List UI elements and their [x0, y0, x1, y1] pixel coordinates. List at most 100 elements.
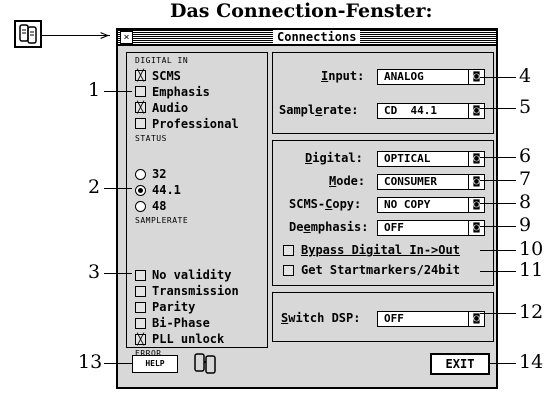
dsp-panel: Switch DSP: OFF ◙ [272, 292, 494, 342]
callout-6: 6 [519, 145, 532, 167]
exit-button-label: EXIT [445, 357, 475, 371]
checkbox-scms[interactable]: ╳ [135, 70, 146, 81]
label-44-1: 44.1 [152, 183, 181, 197]
digital-label: Digital: [305, 151, 363, 165]
checkbox-bypass[interactable] [283, 245, 294, 256]
connection-app-icon[interactable] [14, 20, 42, 48]
label-pll-unlock: PLL unlock [152, 332, 225, 346]
callout-12-line [480, 313, 516, 314]
samplerate-label: Samplerate: [279, 103, 359, 117]
checkbox-professional[interactable] [135, 118, 146, 129]
label-emphasis: Emphasis [152, 85, 210, 99]
connection-icon [194, 353, 216, 374]
digital-in-heading: DIGITAL IN [135, 56, 189, 65]
radio-44-1[interactable] [135, 185, 146, 196]
arrow-head-icon: > [100, 28, 109, 44]
label-32: 32 [152, 167, 167, 181]
label-48: 48 [152, 199, 167, 213]
popup-arrow-icon: ◙ [468, 152, 484, 166]
callout-7: 7 [519, 168, 532, 190]
callout-13: 13 [78, 351, 103, 373]
label-audio: Audio [152, 101, 189, 115]
input-select[interactable]: ANALOG ◙ [377, 69, 485, 85]
label-scms: SCMS [152, 69, 181, 83]
callout-5-line [480, 108, 516, 109]
callout-7-line [480, 180, 516, 181]
status-footer: STATUS [135, 134, 167, 143]
label-no-validity: No validity [152, 268, 232, 282]
callout-11: 11 [519, 259, 544, 281]
callout-9: 9 [519, 214, 532, 236]
checkbox-audio[interactable]: ╳ [135, 102, 146, 113]
deemphasis-value: OFF [384, 221, 404, 234]
scms-copy-value: NO COPY [384, 198, 431, 211]
callout-2: 2 [88, 176, 101, 198]
checkbox-emphasis[interactable] [135, 86, 146, 97]
label-professional: Professional [152, 117, 239, 131]
page-caption: Das Connection-Fenster: [170, 0, 433, 22]
callout-9-line [480, 226, 516, 227]
bypass-label[interactable]: Bypass Digital In->Out [301, 243, 460, 257]
callout-1: 1 [88, 79, 101, 101]
callout-8-line [480, 203, 516, 204]
radio-48[interactable] [135, 201, 146, 212]
deemphasis-label: Deemphasis: [289, 220, 369, 234]
callout-3: 3 [88, 261, 101, 283]
input-label: Input: [321, 69, 365, 83]
help-button[interactable]: HELP [132, 355, 178, 373]
popup-arrow-icon: ◙ [468, 312, 484, 326]
callout-12: 12 [519, 301, 544, 323]
scms-copy-label: SCMS-Copy: [289, 197, 362, 211]
mode-value: CONSUMER [384, 175, 437, 188]
switch-dsp-value: OFF [384, 312, 404, 325]
scms-copy-select[interactable]: NO COPY ◙ [377, 197, 485, 213]
samplerate-footer: SAMPLERATE [135, 216, 189, 225]
callout-13-line [104, 363, 132, 364]
callout-3-line [104, 273, 132, 274]
left-status-panel: DIGITAL IN ╳ SCMS Emphasis ╳ Audio Profe… [126, 52, 268, 358]
callout-10-line [480, 250, 516, 251]
startmarkers-label[interactable]: Get Startmarkers/24bit [301, 263, 460, 277]
deemphasis-select[interactable]: OFF ◙ [377, 220, 485, 236]
popup-arrow-icon: ◙ [468, 104, 484, 118]
checkbox-pll-unlock[interactable]: ╳ [135, 334, 146, 345]
connections-window: × Connections DIGITAL IN ╳ SCMS Emphasis… [116, 28, 498, 389]
callout-2-line [104, 188, 132, 189]
popup-arrow-icon: ◙ [468, 175, 484, 189]
checkbox-bi-phase[interactable] [135, 318, 146, 329]
mode-select[interactable]: CONSUMER ◙ [377, 174, 485, 190]
digital-value: OPTICAL [384, 152, 431, 165]
exit-button[interactable]: EXIT [430, 353, 490, 375]
switch-dsp-select[interactable]: OFF ◙ [377, 311, 485, 327]
popup-arrow-icon: ◙ [468, 221, 484, 235]
label-transmission: Transmission [152, 284, 239, 298]
window-title: Connections [273, 30, 361, 44]
callout-6-line [480, 157, 516, 158]
callout-4: 4 [519, 65, 532, 87]
checkbox-parity[interactable] [135, 302, 146, 313]
popup-arrow-icon: ◙ [468, 198, 484, 212]
checkbox-startmarkers[interactable] [283, 265, 294, 276]
title-bar[interactable]: × Connections [118, 30, 496, 46]
callout-5: 5 [519, 96, 532, 118]
samplerate-select[interactable]: CD 44.1 ◙ [377, 103, 485, 119]
label-bi-phase: Bi-Phase [152, 316, 210, 330]
callout-1-line [104, 91, 132, 92]
callout-11-line [480, 271, 516, 272]
digital-select[interactable]: OPTICAL ◙ [377, 151, 485, 167]
switch-dsp-label: Switch DSP: [281, 311, 361, 325]
callout-8: 8 [519, 191, 532, 213]
samplerate-value: CD 44.1 [384, 104, 437, 117]
input-value: ANALOG [384, 70, 424, 83]
digital-panel: Digital: OPTICAL ◙ Mode: CONSUMER ◙ SCMS… [272, 140, 494, 286]
callout-10: 10 [519, 238, 544, 260]
close-icon[interactable]: × [120, 31, 133, 44]
radio-32[interactable] [135, 169, 146, 180]
input-panel: Input: ANALOG ◙ Samplerate: CD 44.1 ◙ [272, 52, 494, 134]
callout-14: 14 [519, 351, 544, 373]
callout-14-line [490, 363, 516, 364]
callout-4-line [480, 77, 516, 78]
checkbox-transmission[interactable] [135, 286, 146, 297]
connection-icon [19, 24, 37, 44]
checkbox-no-validity[interactable] [135, 270, 146, 281]
